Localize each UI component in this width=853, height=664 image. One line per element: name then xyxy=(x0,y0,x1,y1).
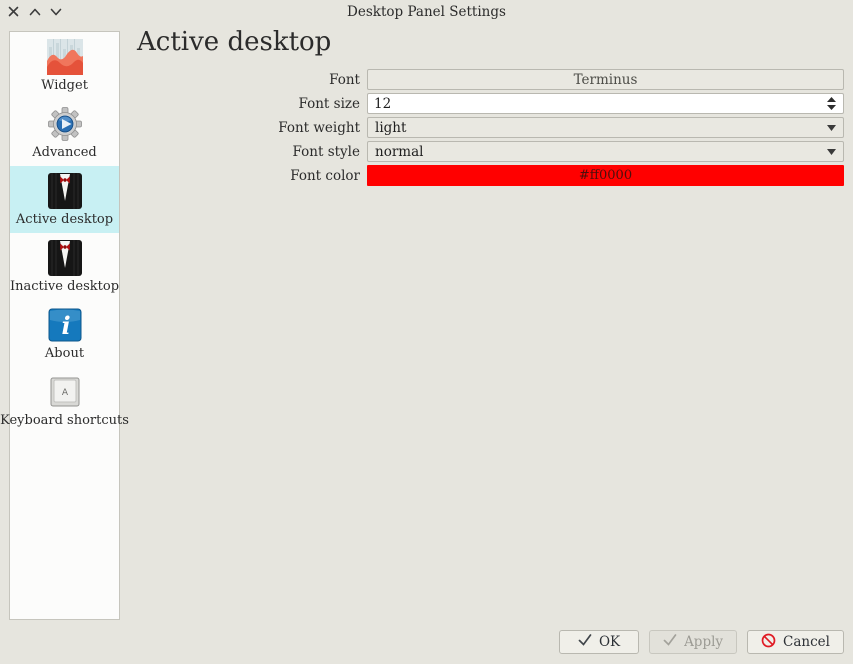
settings-form: Font Terminus Font size Font weight xyxy=(130,69,844,189)
font-color-value: #ff0000 xyxy=(579,168,632,183)
font-weight-label: Font weight xyxy=(130,117,367,138)
font-style-row: Font style normal xyxy=(130,141,844,162)
sidebar: Widget Advanced xyxy=(9,31,120,620)
keyboard-key-icon: A xyxy=(47,374,83,410)
font-size-input[interactable] xyxy=(368,94,819,113)
tuxedo-icon xyxy=(47,240,83,276)
font-color-label: Font color xyxy=(130,165,367,186)
font-size-label: Font size xyxy=(130,93,367,114)
info-icon: i xyxy=(47,307,83,343)
font-style-value: normal xyxy=(375,144,423,160)
font-picker-button[interactable]: Terminus xyxy=(367,69,844,90)
apply-button[interactable]: Apply xyxy=(649,630,737,654)
sidebar-item-active-desktop[interactable]: Active desktop xyxy=(10,166,119,233)
chevron-down-icon xyxy=(827,125,836,131)
sidebar-item-label: About xyxy=(45,346,84,361)
sidebar-item-inactive-desktop[interactable]: Inactive desktop xyxy=(10,233,119,300)
tuxedo-icon xyxy=(47,173,83,209)
svg-text:A: A xyxy=(61,388,68,398)
font-size-row: Font size xyxy=(130,93,844,114)
font-weight-value: light xyxy=(375,120,406,136)
sidebar-item-advanced[interactable]: Advanced xyxy=(10,99,119,166)
sidebar-item-keyboard-shortcuts[interactable]: A Keyboard shortcuts xyxy=(10,367,119,434)
sidebar-item-widget[interactable]: Widget xyxy=(10,32,119,99)
ok-button[interactable]: OK xyxy=(559,630,639,654)
cancel-button-label: Cancel xyxy=(783,634,830,650)
font-style-label: Font style xyxy=(130,141,367,162)
dialog-buttons: OK Apply Cancel xyxy=(559,630,844,654)
font-style-dropdown[interactable]: normal xyxy=(367,141,844,162)
sidebar-item-about[interactable]: i About xyxy=(10,300,119,367)
sidebar-item-label: Inactive desktop xyxy=(10,279,119,294)
check-icon xyxy=(578,634,592,650)
svg-text:i: i xyxy=(61,311,70,340)
sidebar-item-label: Active desktop xyxy=(16,212,113,227)
font-color-button[interactable]: #ff0000 xyxy=(367,165,844,186)
spinner-arrows-icon[interactable] xyxy=(819,94,843,113)
check-icon xyxy=(663,634,677,650)
desktop-panel-settings-dialog: { "window": { "title": "Desktop Panel Se… xyxy=(0,0,853,664)
font-picker-value: Terminus xyxy=(574,72,638,88)
apply-button-label: Apply xyxy=(684,634,723,650)
font-size-stepper xyxy=(367,93,844,114)
gear-icon xyxy=(47,106,83,142)
page-title: Active desktop xyxy=(137,27,331,57)
sidebar-item-label: Widget xyxy=(41,78,88,93)
window-title: Desktop Panel Settings xyxy=(0,4,853,20)
font-row: Font Terminus xyxy=(130,69,844,90)
cancel-icon xyxy=(761,633,776,652)
sidebar-item-label: Advanced xyxy=(32,145,96,160)
font-label: Font xyxy=(130,69,367,90)
sidebar-item-label: Keyboard shortcuts xyxy=(0,413,129,428)
chart-widget-icon xyxy=(47,39,83,75)
font-weight-row: Font weight light xyxy=(130,117,844,138)
cancel-button[interactable]: Cancel xyxy=(747,630,844,654)
chevron-down-icon xyxy=(827,149,836,155)
font-weight-dropdown[interactable]: light xyxy=(367,117,844,138)
font-color-row: Font color #ff0000 xyxy=(130,165,844,186)
ok-button-label: OK xyxy=(599,634,620,650)
